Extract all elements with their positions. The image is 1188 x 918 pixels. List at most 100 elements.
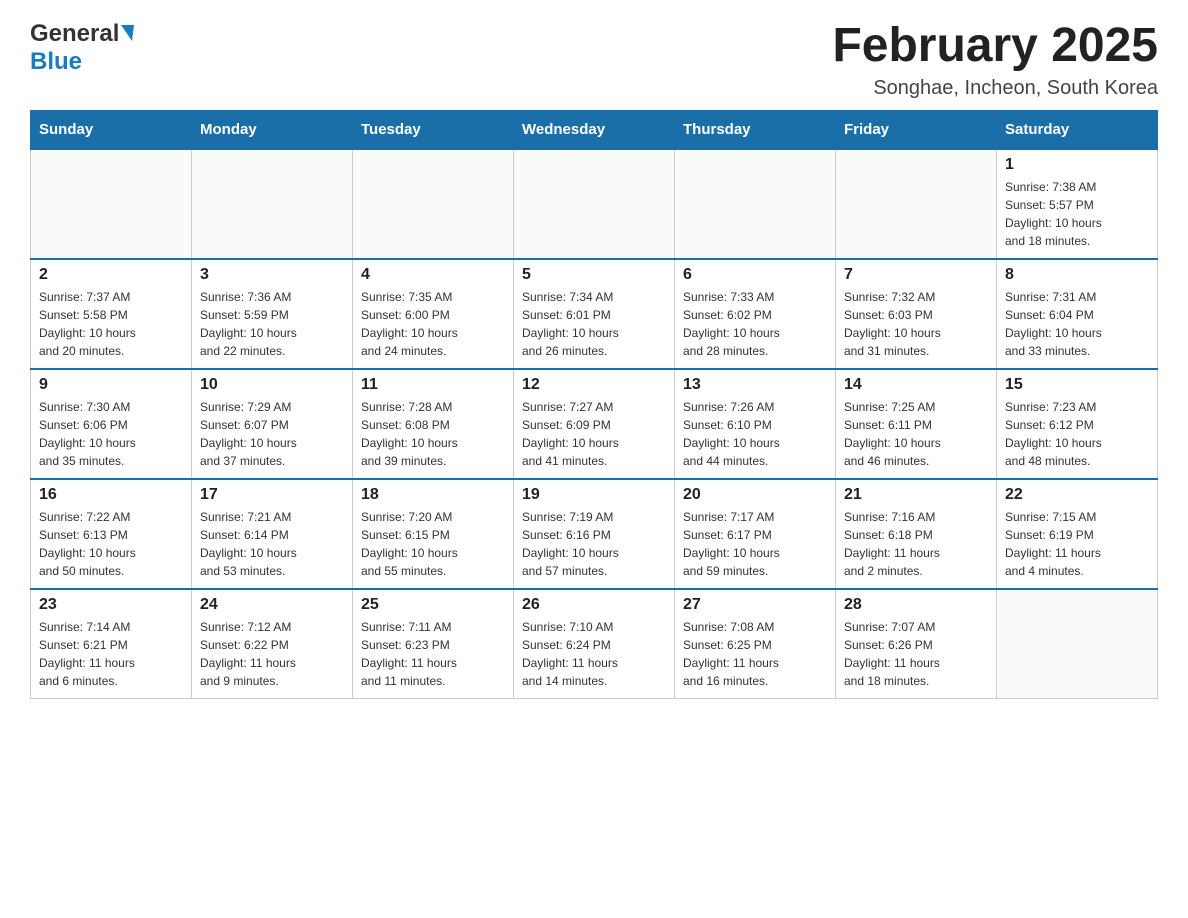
day-number: 9 bbox=[39, 376, 183, 394]
day-info: Sunrise: 7:21 AM Sunset: 6:14 PM Dayligh… bbox=[200, 508, 344, 580]
location-text: Songhae, Incheon, South Korea bbox=[832, 77, 1158, 100]
day-of-week-header: Tuesday bbox=[353, 110, 514, 149]
day-info: Sunrise: 7:19 AM Sunset: 6:16 PM Dayligh… bbox=[522, 508, 666, 580]
day-number: 25 bbox=[361, 596, 505, 614]
day-info: Sunrise: 7:36 AM Sunset: 5:59 PM Dayligh… bbox=[200, 288, 344, 360]
day-info: Sunrise: 7:23 AM Sunset: 6:12 PM Dayligh… bbox=[1005, 398, 1149, 470]
day-number: 21 bbox=[844, 486, 988, 504]
day-info: Sunrise: 7:34 AM Sunset: 6:01 PM Dayligh… bbox=[522, 288, 666, 360]
calendar-day-cell: 13 Sunrise: 7:26 AM Sunset: 6:10 PM Dayli… bbox=[675, 369, 836, 479]
calendar-day-cell: 6 Sunrise: 7:33 AM Sunset: 6:02 PM Daylig… bbox=[675, 259, 836, 369]
calendar-day-cell: 2 Sunrise: 7:37 AM Sunset: 5:58 PM Daylig… bbox=[31, 259, 192, 369]
day-info: Sunrise: 7:07 AM Sunset: 6:26 PM Dayligh… bbox=[844, 618, 988, 690]
day-info: Sunrise: 7:20 AM Sunset: 6:15 PM Dayligh… bbox=[361, 508, 505, 580]
day-of-week-header: Thursday bbox=[675, 110, 836, 149]
day-number: 2 bbox=[39, 266, 183, 284]
calendar-table: SundayMondayTuesdayWednesdayThursdayFrid… bbox=[30, 110, 1158, 700]
day-of-week-header: Monday bbox=[192, 110, 353, 149]
day-number: 11 bbox=[361, 376, 505, 394]
calendar-week-row: 1 Sunrise: 7:38 AM Sunset: 5:57 PM Daylig… bbox=[31, 149, 1158, 259]
day-info: Sunrise: 7:35 AM Sunset: 6:00 PM Dayligh… bbox=[361, 288, 505, 360]
calendar-day-cell bbox=[192, 149, 353, 259]
day-number: 13 bbox=[683, 376, 827, 394]
day-info: Sunrise: 7:30 AM Sunset: 6:06 PM Dayligh… bbox=[39, 398, 183, 470]
day-number: 26 bbox=[522, 596, 666, 614]
day-number: 3 bbox=[200, 266, 344, 284]
day-info: Sunrise: 7:16 AM Sunset: 6:18 PM Dayligh… bbox=[844, 508, 988, 580]
day-number: 20 bbox=[683, 486, 827, 504]
day-info: Sunrise: 7:28 AM Sunset: 6:08 PM Dayligh… bbox=[361, 398, 505, 470]
calendar-day-cell bbox=[514, 149, 675, 259]
calendar-day-cell bbox=[675, 149, 836, 259]
calendar-day-cell: 16Sunrise: 7:22 AM Sunset: 6:13 PM Dayli… bbox=[31, 479, 192, 589]
day-number: 12 bbox=[522, 376, 666, 394]
day-number: 8 bbox=[1005, 266, 1149, 284]
day-info: Sunrise: 7:38 AM Sunset: 5:57 PM Dayligh… bbox=[1005, 178, 1149, 250]
calendar-day-cell: 1 Sunrise: 7:38 AM Sunset: 5:57 PM Daylig… bbox=[997, 149, 1158, 259]
day-number: 24 bbox=[200, 596, 344, 614]
calendar-day-cell: 10 Sunrise: 7:29 AM Sunset: 6:07 PM Dayli… bbox=[192, 369, 353, 479]
calendar-day-cell: 25Sunrise: 7:11 AM Sunset: 6:23 PM Dayli… bbox=[353, 589, 514, 699]
day-of-week-header: Wednesday bbox=[514, 110, 675, 149]
day-number: 17 bbox=[200, 486, 344, 504]
day-of-week-header: Sunday bbox=[31, 110, 192, 149]
day-info: Sunrise: 7:31 AM Sunset: 6:04 PM Dayligh… bbox=[1005, 288, 1149, 360]
day-number: 18 bbox=[361, 486, 505, 504]
day-of-week-header: Saturday bbox=[997, 110, 1158, 149]
calendar-day-cell: 23 Sunrise: 7:14 AM Sunset: 6:21 PM Dayli… bbox=[31, 589, 192, 699]
logo-general-text: General bbox=[30, 20, 119, 48]
calendar-day-cell: 21 Sunrise: 7:16 AM Sunset: 6:18 PM Dayli… bbox=[836, 479, 997, 589]
day-number: 5 bbox=[522, 266, 666, 284]
calendar-day-cell: 15Sunrise: 7:23 AM Sunset: 6:12 PM Dayli… bbox=[997, 369, 1158, 479]
day-info: Sunrise: 7:26 AM Sunset: 6:10 PM Dayligh… bbox=[683, 398, 827, 470]
day-info: Sunrise: 7:37 AM Sunset: 5:58 PM Dayligh… bbox=[39, 288, 183, 360]
calendar-day-cell: 11 Sunrise: 7:28 AM Sunset: 6:08 PM Dayli… bbox=[353, 369, 514, 479]
calendar-day-cell: 5 Sunrise: 7:34 AM Sunset: 6:01 PM Daylig… bbox=[514, 259, 675, 369]
calendar-week-row: 9 Sunrise: 7:30 AM Sunset: 6:06 PM Daylig… bbox=[31, 369, 1158, 479]
calendar-week-row: 2 Sunrise: 7:37 AM Sunset: 5:58 PM Daylig… bbox=[31, 259, 1158, 369]
day-number: 14 bbox=[844, 376, 988, 394]
calendar-day-cell: 22 Sunrise: 7:15 AM Sunset: 6:19 PM Dayli… bbox=[997, 479, 1158, 589]
day-info: Sunrise: 7:10 AM Sunset: 6:24 PM Dayligh… bbox=[522, 618, 666, 690]
calendar-day-cell: 20Sunrise: 7:17 AM Sunset: 6:17 PM Dayli… bbox=[675, 479, 836, 589]
calendar-week-row: 23 Sunrise: 7:14 AM Sunset: 6:21 PM Dayli… bbox=[31, 589, 1158, 699]
day-info: Sunrise: 7:15 AM Sunset: 6:19 PM Dayligh… bbox=[1005, 508, 1149, 580]
calendar-day-cell bbox=[997, 589, 1158, 699]
day-info: Sunrise: 7:08 AM Sunset: 6:25 PM Dayligh… bbox=[683, 618, 827, 690]
calendar-day-cell: 24Sunrise: 7:12 AM Sunset: 6:22 PM Dayli… bbox=[192, 589, 353, 699]
day-info: Sunrise: 7:33 AM Sunset: 6:02 PM Dayligh… bbox=[683, 288, 827, 360]
day-number: 16 bbox=[39, 486, 183, 504]
title-section: February 2025 Songhae, Incheon, South Ko… bbox=[832, 20, 1158, 100]
calendar-day-cell: 14 Sunrise: 7:25 AM Sunset: 6:11 PM Dayli… bbox=[836, 369, 997, 479]
calendar-day-cell: 9 Sunrise: 7:30 AM Sunset: 6:06 PM Daylig… bbox=[31, 369, 192, 479]
calendar-day-cell: 3 Sunrise: 7:36 AM Sunset: 5:59 PM Daylig… bbox=[192, 259, 353, 369]
day-info: Sunrise: 7:25 AM Sunset: 6:11 PM Dayligh… bbox=[844, 398, 988, 470]
calendar-day-cell: 27 Sunrise: 7:08 AM Sunset: 6:25 PM Dayli… bbox=[675, 589, 836, 699]
calendar-day-cell: 28 Sunrise: 7:07 AM Sunset: 6:26 PM Dayli… bbox=[836, 589, 997, 699]
day-number: 23 bbox=[39, 596, 183, 614]
page-header: General Blue February 2025 Songhae, Inch… bbox=[30, 20, 1158, 100]
calendar-day-cell: 7 Sunrise: 7:32 AM Sunset: 6:03 PM Daylig… bbox=[836, 259, 997, 369]
calendar-header-row: SundayMondayTuesdayWednesdayThursdayFrid… bbox=[31, 110, 1158, 149]
calendar-day-cell bbox=[31, 149, 192, 259]
day-number: 1 bbox=[1005, 156, 1149, 174]
day-info: Sunrise: 7:29 AM Sunset: 6:07 PM Dayligh… bbox=[200, 398, 344, 470]
day-info: Sunrise: 7:14 AM Sunset: 6:21 PM Dayligh… bbox=[39, 618, 183, 690]
day-number: 10 bbox=[200, 376, 344, 394]
day-of-week-header: Friday bbox=[836, 110, 997, 149]
day-number: 22 bbox=[1005, 486, 1149, 504]
logo-blue-text: Blue bbox=[30, 48, 82, 76]
day-number: 6 bbox=[683, 266, 827, 284]
day-number: 27 bbox=[683, 596, 827, 614]
day-number: 4 bbox=[361, 266, 505, 284]
day-number: 7 bbox=[844, 266, 988, 284]
calendar-week-row: 16Sunrise: 7:22 AM Sunset: 6:13 PM Dayli… bbox=[31, 479, 1158, 589]
calendar-day-cell: 8 Sunrise: 7:31 AM Sunset: 6:04 PM Daylig… bbox=[997, 259, 1158, 369]
day-number: 19 bbox=[522, 486, 666, 504]
logo: General Blue bbox=[30, 20, 134, 76]
day-number: 28 bbox=[844, 596, 988, 614]
day-info: Sunrise: 7:32 AM Sunset: 6:03 PM Dayligh… bbox=[844, 288, 988, 360]
day-info: Sunrise: 7:27 AM Sunset: 6:09 PM Dayligh… bbox=[522, 398, 666, 470]
logo-triangle-icon bbox=[121, 25, 134, 41]
calendar-day-cell bbox=[836, 149, 997, 259]
